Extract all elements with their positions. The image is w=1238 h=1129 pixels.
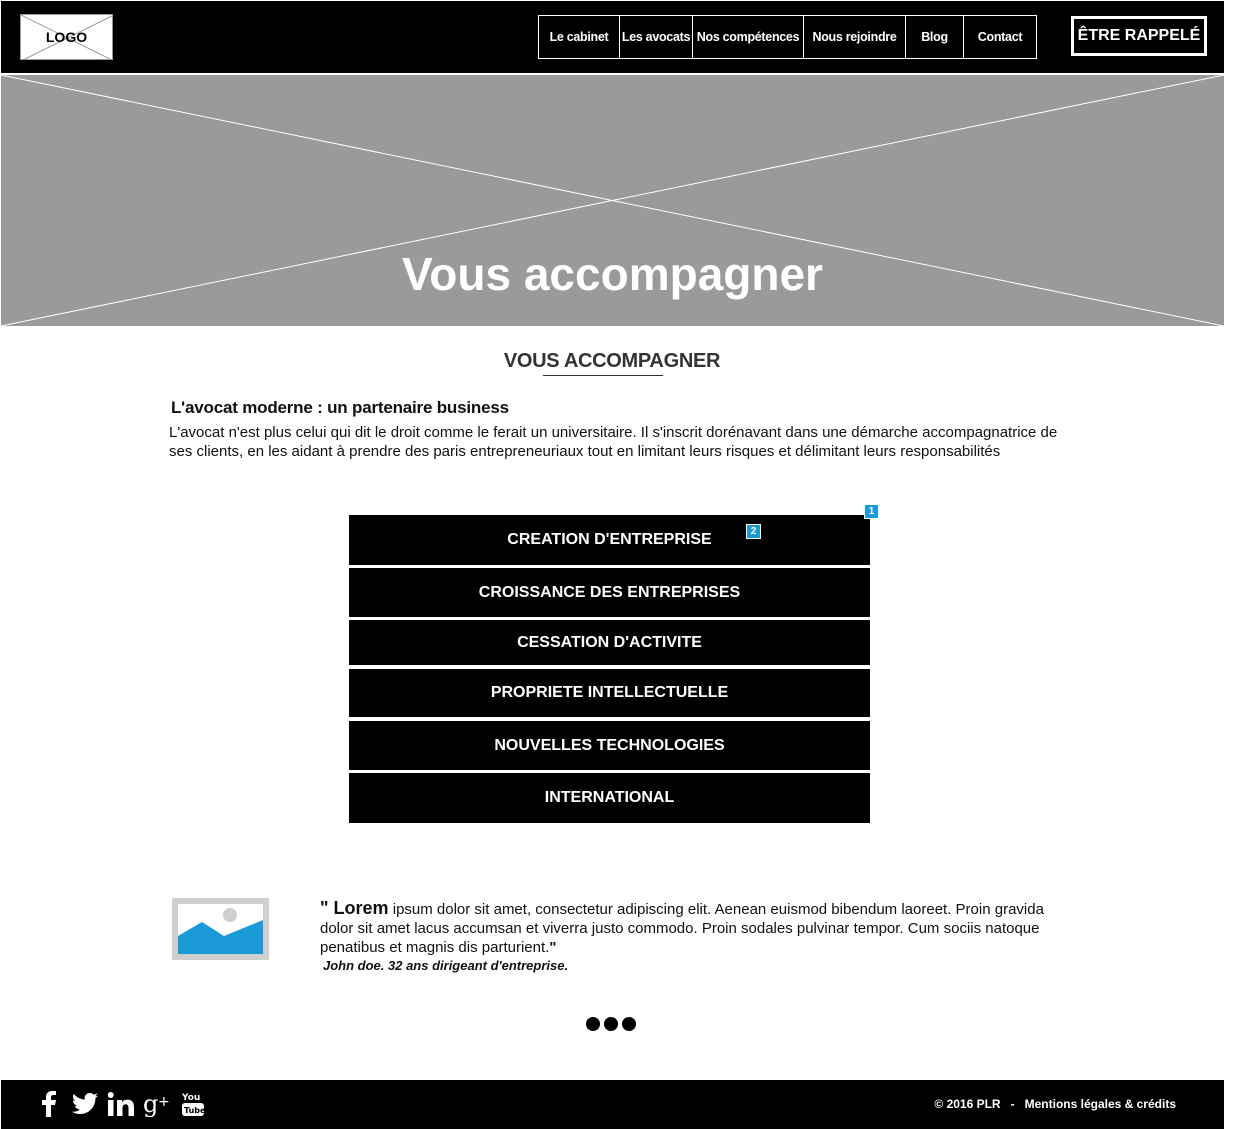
- nav-item-contact[interactable]: Contact: [964, 16, 1036, 58]
- svg-text:g: g: [143, 1091, 158, 1117]
- annotation-badge-1: 1: [864, 504, 879, 519]
- carousel-dot[interactable]: [604, 1017, 618, 1031]
- facebook-icon[interactable]: [35, 1090, 63, 1118]
- service-creation-entreprise[interactable]: CREATION D'ENTREPRISE: [349, 515, 870, 565]
- service-international[interactable]: INTERNATIONAL: [349, 773, 870, 823]
- nav-item-le-cabinet[interactable]: Le cabinet: [539, 16, 620, 58]
- nav-item-nous-rejoindre[interactable]: Nous rejoindre: [804, 16, 906, 58]
- carousel-dot[interactable]: [586, 1017, 600, 1031]
- service-label: INTERNATIONAL: [544, 789, 675, 806]
- nav-item-blog[interactable]: Blog: [906, 16, 964, 58]
- logo[interactable]: LOGO: [20, 14, 113, 60]
- intro-text: L'avocat n'est plus celui qui dit le dro…: [169, 424, 1058, 460]
- social-links: g + You Tube: [35, 1090, 207, 1118]
- testimonial-quote: " Lorem ipsum dolor sit amet, consectetu…: [320, 899, 1060, 957]
- linkedin-icon[interactable]: [107, 1090, 135, 1118]
- testimonial-author: John doe. 32 ans dirigeant d'entreprise.: [323, 958, 569, 973]
- google-plus-icon[interactable]: g +: [143, 1090, 171, 1118]
- service-label: CESSATION D'ACTIVITE: [517, 633, 702, 651]
- copyright-text: © 2016 PLR: [934, 1097, 1001, 1111]
- annotation-badge-2: 2: [746, 524, 761, 539]
- quote-body: ipsum dolor sit amet, consectetur adipis…: [320, 901, 1044, 956]
- intro-heading: L'avocat moderne : un partenaire busines…: [171, 398, 509, 417]
- site-header: LOGO Le cabinet Les avocats Nos compéten…: [1, 1, 1224, 75]
- twitter-icon[interactable]: [71, 1090, 99, 1118]
- carousel-dot[interactable]: [622, 1017, 636, 1031]
- callback-button[interactable]: ÊTRE RAPPELÉ: [1071, 16, 1207, 56]
- quote-open: ": [320, 898, 334, 918]
- service-cessation-activite[interactable]: CESSATION D'ACTIVITE: [349, 620, 870, 665]
- service-label: CREATION D'ENTREPRISE: [507, 531, 712, 548]
- hero-banner: Vous accompagner: [1, 75, 1224, 326]
- logo-text: LOGO: [45, 29, 88, 45]
- youtube-icon[interactable]: You Tube: [179, 1090, 207, 1118]
- service-label: CROISSANCE DES ENTREPRISES: [478, 583, 741, 601]
- hero-title: Vous accompagner: [402, 248, 823, 300]
- site-footer: g + You Tube © 2016 PLR - Mentions légales…: [1, 1080, 1224, 1129]
- footer-separator: -: [1010, 1097, 1015, 1111]
- footer-links: © 2016 PLR - Mentions légales & crédits: [934, 1097, 1176, 1111]
- title-underline: [543, 375, 663, 376]
- service-croissance-entreprises[interactable]: CROISSANCE DES ENTREPRISES: [349, 568, 870, 617]
- service-propriete-intellectuelle[interactable]: PROPRIETE INTELLECTUELLE: [349, 669, 870, 717]
- svg-text:Tube: Tube: [184, 1106, 205, 1115]
- service-nouvelles-technologies[interactable]: NOUVELLES TECHNOLOGIES: [349, 721, 870, 770]
- section-title: VOUS ACCOMPAGNER: [503, 350, 721, 372]
- svg-text:You: You: [181, 1093, 200, 1103]
- quote-close: ": [549, 939, 557, 956]
- legal-link[interactable]: Mentions légales & crédits: [1025, 1097, 1176, 1111]
- carousel-pagination: [586, 1017, 636, 1031]
- nav-item-les-avocats[interactable]: Les avocats: [620, 16, 693, 58]
- image-placeholder-icon: [178, 904, 263, 954]
- svg-text:+: +: [158, 1094, 170, 1110]
- main-nav: Le cabinet Les avocats Nos compétences N…: [538, 15, 1037, 59]
- service-label: NOUVELLES TECHNOLOGIES: [494, 736, 725, 754]
- service-label: PROPRIETE INTELLECTUELLE: [490, 684, 729, 701]
- testimonial-image: [172, 898, 269, 960]
- nav-item-nos-competences[interactable]: Nos compétences: [693, 16, 804, 58]
- quote-lead: Lorem: [333, 898, 389, 918]
